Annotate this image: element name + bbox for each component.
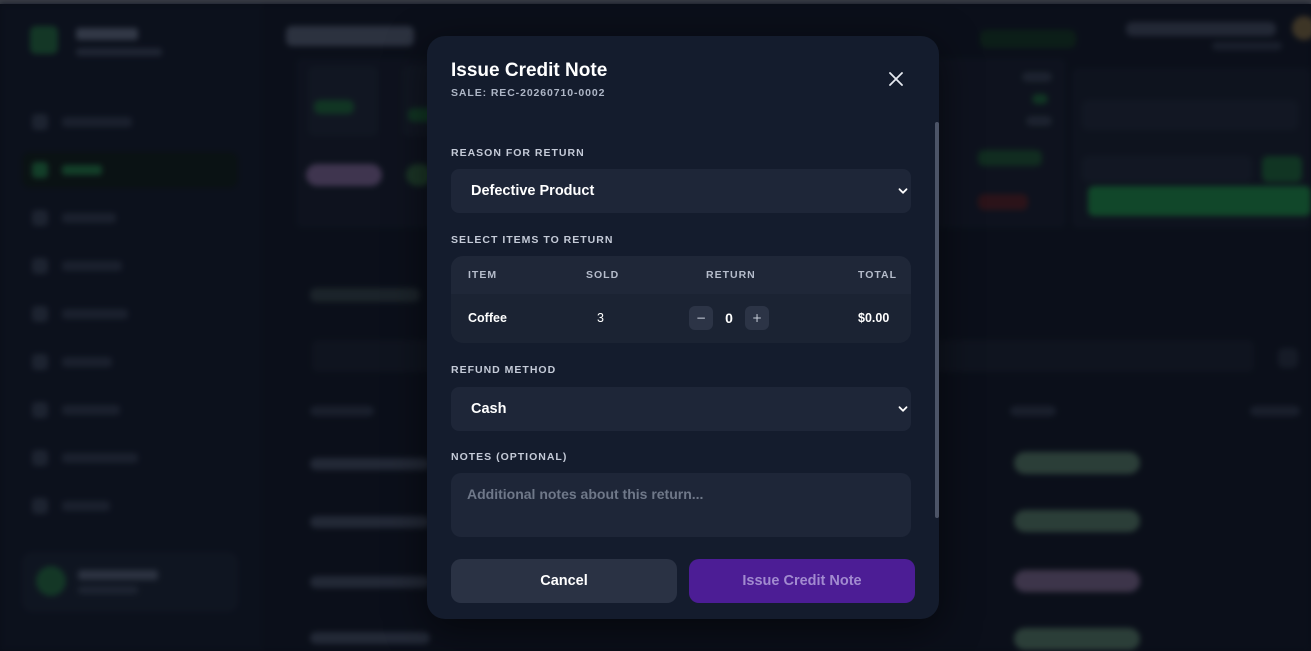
close-button[interactable] (885, 68, 907, 90)
notes-textarea[interactable] (451, 473, 911, 537)
refund-label: REFUND METHOD (451, 364, 557, 376)
item-sold-qty: 3 (597, 311, 604, 325)
plus-icon: + (751, 311, 763, 325)
reason-label: REASON FOR RETURN (451, 147, 585, 159)
modal-subtitle: SALE: REC-20260710-0002 (451, 87, 606, 99)
return-items-table: ITEM SOLD RETURN TOTAL Coffee 3 − 0 + $0… (451, 256, 911, 343)
chevron-down-icon (898, 406, 908, 412)
item-name: Coffee (468, 311, 507, 325)
reason-selected-value: Defective Product (471, 183, 595, 199)
column-header-return: RETURN (706, 269, 756, 281)
modal-title: Issue Credit Note (451, 60, 608, 81)
column-header-total: TOTAL (858, 269, 898, 281)
return-qty-value[interactable]: 0 (721, 310, 737, 326)
issue-credit-note-button[interactable]: Issue Credit Note (689, 559, 915, 603)
modal-scrollbar[interactable] (934, 122, 939, 518)
chevron-down-icon (898, 188, 908, 194)
refund-method-select[interactable]: Cash (451, 387, 911, 431)
table-header (451, 256, 911, 294)
decrement-button[interactable]: − (689, 306, 713, 330)
notes-label: NOTES (OPTIONAL) (451, 451, 568, 463)
minus-icon: − (695, 311, 707, 325)
item-total: $0.00 (858, 311, 890, 325)
cancel-button[interactable]: Cancel (451, 559, 677, 603)
reason-select[interactable]: Defective Product (451, 169, 911, 213)
refund-selected-value: Cash (471, 401, 507, 417)
column-header-sold: SOLD (586, 269, 620, 281)
column-header-item: ITEM (468, 269, 498, 281)
items-label: SELECT ITEMS TO RETURN (451, 234, 614, 246)
increment-button[interactable]: + (745, 306, 769, 330)
credit-note-modal: Issue Credit Note SALE: REC-20260710-000… (427, 36, 939, 619)
scrollbar-thumb[interactable] (935, 122, 939, 518)
close-icon (889, 72, 903, 86)
